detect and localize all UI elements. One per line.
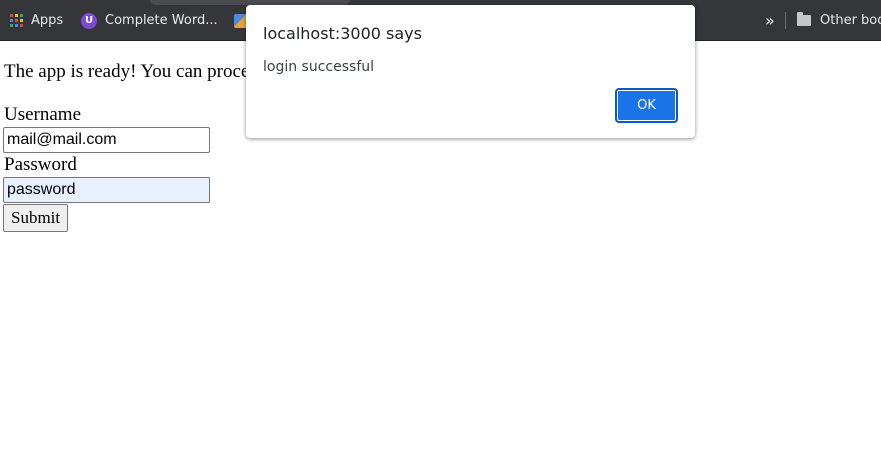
username-label: Username (4, 104, 82, 125)
double-chevron-icon: » (765, 11, 775, 30)
ok-button[interactable]: OK (615, 88, 678, 123)
bookmark-complete-word-label: Complete Word... (105, 13, 218, 28)
username-input[interactable]: mail@mail.com (3, 127, 210, 153)
bookmark-complete-word[interactable]: U Complete Word... (81, 0, 218, 41)
bookmarks-overflow-button[interactable]: » (765, 0, 775, 41)
bookmarks-separator (785, 12, 786, 29)
alert-dialog: localhost:3000 says login successful OK (246, 5, 695, 138)
apps-grid-icon (10, 14, 23, 27)
password-label: Password (4, 154, 77, 175)
dialog-message: login successful (263, 59, 375, 75)
bookmark-apps-label: Apps (31, 13, 64, 28)
password-input[interactable]: password (3, 177, 210, 203)
bookmark-other-folder[interactable]: Other boo (797, 0, 881, 41)
u-logo-icon: U (81, 12, 97, 29)
folder-icon (797, 12, 811, 26)
bookmark-other-label: Other boo (820, 13, 881, 28)
submit-button[interactable]: Submit (3, 204, 69, 232)
bookmark-apps[interactable]: Apps (10, 0, 63, 41)
dialog-title: localhost:3000 says (263, 24, 422, 43)
